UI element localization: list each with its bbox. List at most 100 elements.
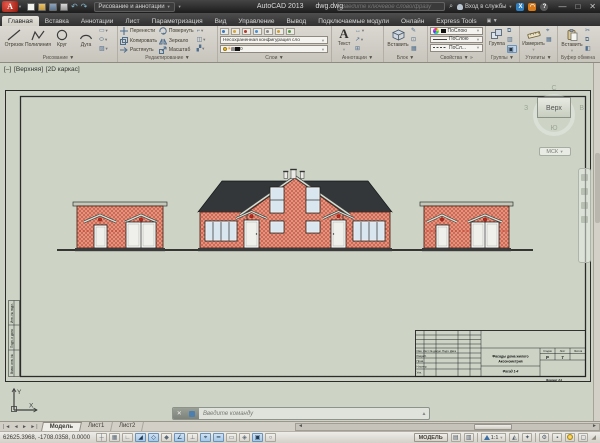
autocad-app-button[interactable]: A (2, 1, 18, 12)
paste-button[interactable]: Вставить ▼ (560, 27, 584, 53)
search-icon[interactable]: ⌕ (449, 2, 453, 11)
create-block-icon[interactable]: ⊡ (411, 36, 424, 44)
dimension-tool-icon[interactable]: ↔▼ (355, 27, 368, 35)
tab-model[interactable]: Модель (41, 422, 82, 431)
exchange-apps-icon[interactable]: X (516, 3, 524, 11)
tab-plugins[interactable]: Подключаемые модули (312, 16, 395, 26)
toggle-dyn[interactable]: ⌖ (200, 433, 211, 442)
command-line[interactable]: ✕ Введите команду ▲ (172, 407, 430, 420)
tab-output[interactable]: Вывод (281, 16, 313, 26)
layer-isolate-icon[interactable] (242, 28, 251, 35)
side-stamp[interactable]: Инв. № подл. Подп. и дата Взам. инв. № (9, 301, 20, 377)
autodesk360-icon[interactable]: ◠ (528, 3, 536, 11)
tab-layout[interactable]: Лист (119, 16, 145, 26)
left-wing-window[interactable] (205, 221, 237, 241)
panel-label-modify[interactable]: Редактирование ▼ (118, 54, 217, 62)
tab-layout2[interactable]: Лист2 (111, 422, 144, 431)
fillet-tool-icon[interactable]: ◫▼ (197, 36, 210, 44)
right-wing-window[interactable] (353, 221, 385, 241)
tab-manage[interactable]: Управление (232, 16, 280, 26)
quick-view-layouts-icon[interactable]: ▤ (451, 433, 461, 442)
drawing-canvas[interactable]: [–] [Верхняя] [2D каркас] (0, 63, 600, 421)
table-tool-icon[interactable]: ⊞ (355, 45, 368, 53)
viewcube-west-label[interactable]: З (524, 105, 528, 112)
move-button[interactable]: Перенести (120, 27, 157, 36)
mirror-button[interactable]: Зеркало (159, 37, 194, 46)
tab-express-tools[interactable]: Express Tools (430, 16, 482, 26)
viewcube-north-label[interactable]: С (526, 85, 582, 92)
pan-icon[interactable] (581, 188, 588, 195)
block-attrs-icon[interactable]: ▦ (411, 45, 424, 53)
panel-label-draw[interactable]: Рисование ▼ (0, 54, 117, 62)
group-selection-icon[interactable]: ▣ (507, 45, 517, 53)
panel-label-annotate[interactable]: Аннотации ▼ (332, 54, 383, 62)
panel-label-properties[interactable]: Свойства ▼ » (428, 54, 485, 62)
horizontal-scrollbar[interactable]: ◄ ► (295, 423, 600, 431)
viewport-menu-control[interactable]: [–] (4, 66, 11, 73)
insert-block-button[interactable]: Вставить (386, 27, 410, 48)
redo-icon[interactable]: ↷ (81, 3, 88, 11)
annotation-visibility-icon[interactable]: ◭ (509, 433, 519, 442)
linetype-dropdown[interactable]: ПоСл... ▼ (430, 44, 483, 52)
copy-clip-icon[interactable]: ⧉ (585, 36, 595, 44)
wcs-dropdown[interactable]: МСК ▼ (539, 147, 571, 156)
signin-button[interactable]: Вход в службы ▼ (457, 4, 512, 10)
toggle-tpy[interactable]: ▭ (226, 433, 237, 442)
toggle-am[interactable]: ○ (265, 433, 276, 442)
panel-label-layers[interactable]: Слои ▼ (218, 54, 331, 62)
layout-nav-arrows[interactable]: |◄ ◄ ► ►| (3, 424, 39, 430)
toggle-otrack[interactable]: ∠ (174, 433, 185, 442)
toggle-ducs[interactable]: ⊥ (187, 433, 198, 442)
quick-calc-icon[interactable]: ▦ (546, 36, 556, 44)
panel-label-groups[interactable]: Группы ▼ (486, 54, 519, 62)
tab-view[interactable]: Вид (209, 16, 233, 26)
main-house-elevation[interactable] (198, 169, 392, 251)
id-point-icon[interactable]: ⌖ (546, 27, 556, 35)
array-tool-icon[interactable]: ▞▼ (197, 45, 210, 53)
app-menu-caret-icon[interactable]: ▼ (18, 4, 22, 9)
panel-label-clipboard[interactable]: Буфер обмена (558, 54, 598, 62)
group-edit-icon[interactable]: ▥ (507, 36, 517, 44)
viewport-view-control[interactable]: [Верхняя] (14, 66, 43, 73)
quick-view-drawings-icon[interactable]: ▥ (464, 433, 474, 442)
ribbon-minimize-icon[interactable]: ▣ ▼ (487, 18, 498, 26)
vertical-scrollbar-thumb[interactable] (595, 153, 600, 223)
viewcube-top-face[interactable]: Верх (537, 97, 571, 118)
tab-annotate[interactable]: Аннотации (75, 16, 120, 26)
model-space-button[interactable]: МОДЕЛЬ (414, 433, 448, 442)
isolate-objects-icon[interactable] (565, 433, 575, 442)
zoom-icon[interactable] (581, 202, 588, 209)
new-file-icon[interactable] (27, 3, 35, 11)
minimize-button[interactable]: — (558, 0, 566, 13)
annotation-scale-dropdown[interactable]: 1:1 ▼ (481, 433, 507, 442)
rectangle-tool-icon[interactable]: ▭▼ (99, 27, 112, 35)
plot-icon[interactable] (60, 3, 68, 11)
search-input[interactable] (337, 2, 445, 11)
toggle-ortho[interactable]: ∟ (122, 433, 133, 442)
copy-button[interactable]: Копировать (120, 37, 157, 46)
panel-label-block[interactable]: Блок ▼ (384, 54, 427, 62)
title-block[interactable]: Изм. Лист № докум. Подп. Дата Разраб. Пр… (416, 331, 586, 383)
right-outbuilding-elevation[interactable] (420, 202, 513, 251)
leader-tool-icon[interactable]: ↗▼ (355, 36, 368, 44)
layer-state-dropdown[interactable]: Несохраненная конфигурация сло ▼ (220, 36, 328, 44)
tab-layout1[interactable]: Лист1 (80, 422, 113, 431)
tab-parametric[interactable]: Параметризация (146, 16, 209, 26)
toggle-qp[interactable]: ◈ (239, 433, 250, 442)
toggle-snap[interactable]: ┼ (96, 433, 107, 442)
layer-properties-icon[interactable] (220, 28, 229, 35)
viewcube-east-label[interactable]: В (579, 105, 584, 112)
maximize-button[interactable]: □ (575, 0, 580, 13)
layer-dropdown[interactable]: ☀ 0 ▼ (220, 45, 328, 53)
lineweight-dropdown[interactable]: ПоСлою ▼ (430, 36, 483, 44)
toggle-grid[interactable]: ▦ (109, 433, 120, 442)
tab-online[interactable]: Онлайн (395, 16, 430, 26)
panel-label-utilities[interactable]: Утилиты ▼ (520, 54, 557, 62)
viewcube[interactable]: С Верх З В Ю МСК ▼ (526, 85, 582, 161)
horizontal-scrollbar-thumb[interactable] (474, 424, 512, 430)
arc-button[interactable]: Дуга (74, 27, 98, 48)
cut-icon[interactable]: ✂ (585, 27, 595, 35)
ucs-icon[interactable]: Y X (12, 389, 38, 413)
layer-freeze-icon[interactable] (253, 28, 262, 35)
edit-block-icon[interactable]: ✎ (411, 27, 424, 35)
